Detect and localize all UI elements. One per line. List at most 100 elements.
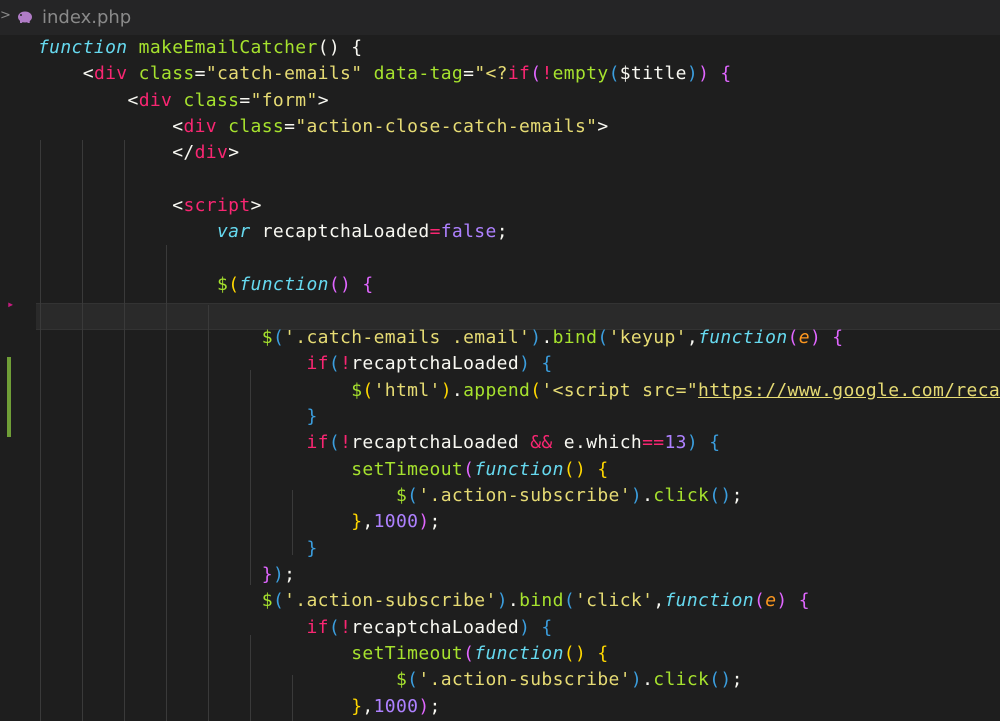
code-token: ! xyxy=(340,353,352,375)
code-token: ! xyxy=(340,616,352,638)
code-line[interactable]: <div class="action-close-catch-emails"> xyxy=(38,114,609,140)
code-line[interactable]: setTimeout(function() { xyxy=(38,457,609,483)
code-line[interactable]: $('.action-subscribe').click(); xyxy=(38,483,743,509)
code-token: function xyxy=(474,643,564,665)
code-token: () xyxy=(317,37,341,58)
code-token: '.catch-emails .email' xyxy=(284,326,531,348)
chevron-right-icon[interactable]: > xyxy=(0,8,11,23)
code-line[interactable]: $('html').append('<script src="https://w… xyxy=(38,378,1000,404)
code-line[interactable]: if(!recaptchaLoaded && e.which==13) { xyxy=(38,430,721,456)
code-line[interactable]: <div class="form"> xyxy=(38,88,329,114)
code-token: data-tag xyxy=(362,63,464,85)
code-token: click xyxy=(653,669,710,691)
code-token: < xyxy=(38,89,139,111)
code-token: ( xyxy=(530,379,542,401)
code-token: $title xyxy=(619,63,687,85)
code-line[interactable]: if(!recaptchaLoaded) { xyxy=(38,615,553,641)
code-token: { xyxy=(787,590,810,612)
code-token: ) xyxy=(519,616,531,638)
code-token: bind xyxy=(519,590,564,612)
code-token: ( xyxy=(328,616,341,638)
code-editor[interactable]: ▸ function makeEmailCatcher() { <div cla… xyxy=(0,35,1000,721)
code-token: ( xyxy=(328,432,341,454)
code-token: div xyxy=(93,63,128,85)
code-token: } xyxy=(351,695,363,717)
code-line[interactable]: $('.catch-emails .email').bind('keyup',f… xyxy=(38,325,844,351)
code-token: '.action-subscribe' xyxy=(418,484,631,506)
code-token: click xyxy=(653,484,710,506)
code-token: () xyxy=(563,643,587,665)
code-token: https://www.google.com/recaptcha xyxy=(698,379,1000,401)
code-token: div xyxy=(194,142,229,164)
code-token: if xyxy=(306,432,329,454)
code-line[interactable]: }); xyxy=(38,562,295,588)
code-token: . xyxy=(575,432,587,454)
breakpoint-arrow-icon[interactable]: ▸ xyxy=(7,297,14,311)
code-token: ) xyxy=(418,695,430,717)
code-line[interactable]: } xyxy=(38,404,318,430)
code-token: $ xyxy=(395,669,408,691)
code-line[interactable]: $('.action-subscribe').click(); xyxy=(38,667,743,693)
code-token: recaptchaLoaded xyxy=(351,353,520,375)
code-token: . xyxy=(451,379,464,401)
code-line[interactable]: },1000); xyxy=(38,509,441,535)
git-change-indicator[interactable] xyxy=(7,357,11,437)
code-line[interactable]: } xyxy=(38,536,318,562)
code-token: ; xyxy=(731,484,743,506)
code-line[interactable]: <div class="catch-emails" data-tag="<?if… xyxy=(38,61,732,87)
code-token: = xyxy=(463,63,475,85)
code-token: function xyxy=(474,458,564,480)
code-line[interactable]: setTimeout(function() { xyxy=(38,641,609,667)
code-token: ) xyxy=(630,669,643,691)
code-token: ( xyxy=(362,379,374,401)
code-token: ; xyxy=(284,564,296,585)
code-line[interactable]: $('.action-subscribe').bind('click',func… xyxy=(38,588,810,614)
code-line[interactable]: <script> xyxy=(38,193,262,219)
code-line[interactable]: $(function() { xyxy=(38,272,374,298)
code-token: div xyxy=(138,89,173,111)
code-token: . xyxy=(507,590,520,612)
tab-filename[interactable]: index.php xyxy=(42,7,131,28)
code-token: { xyxy=(586,643,609,665)
code-token: 1000 xyxy=(373,695,419,717)
code-line[interactable]: function makeEmailCatcher() { xyxy=(38,35,362,61)
code-line[interactable]: </div> xyxy=(38,140,239,166)
code-token: ! xyxy=(340,432,352,454)
code-token: = xyxy=(284,116,296,138)
code-token: function xyxy=(664,590,754,612)
code-token: { xyxy=(821,326,844,348)
code-token: setTimeout xyxy=(351,458,464,480)
code-line[interactable]: var recaptchaLoaded=false; xyxy=(38,219,508,245)
code-line[interactable]: },1000); xyxy=(38,694,441,720)
code-token: ) xyxy=(519,353,531,375)
code-token: , xyxy=(653,590,665,612)
code-token: '.action-subscribe' xyxy=(418,669,631,691)
code-token: < xyxy=(38,195,184,217)
code-token: ( xyxy=(407,669,419,691)
code-token: , xyxy=(362,511,374,533)
code-token: class xyxy=(127,63,195,85)
code-token: var xyxy=(217,221,251,243)
code-token: "catch-emails" xyxy=(205,63,363,85)
code-token: . xyxy=(541,326,553,348)
code-token: which xyxy=(586,432,643,454)
code-token: 'keyup' xyxy=(608,326,687,348)
code-token: function xyxy=(239,274,329,296)
code-line[interactable]: if(!recaptchaLoaded) { xyxy=(38,351,553,377)
code-token: </ xyxy=(38,142,195,164)
code-token: e xyxy=(552,432,575,454)
code-token: '<script src=" xyxy=(541,379,699,401)
code-token: ( xyxy=(407,484,419,506)
code-token: ) xyxy=(686,63,699,85)
code-token: e xyxy=(798,326,810,348)
code-token: recaptchaLoaded xyxy=(351,432,520,454)
code-token: { xyxy=(586,458,609,480)
code-token: ) xyxy=(809,326,822,348)
